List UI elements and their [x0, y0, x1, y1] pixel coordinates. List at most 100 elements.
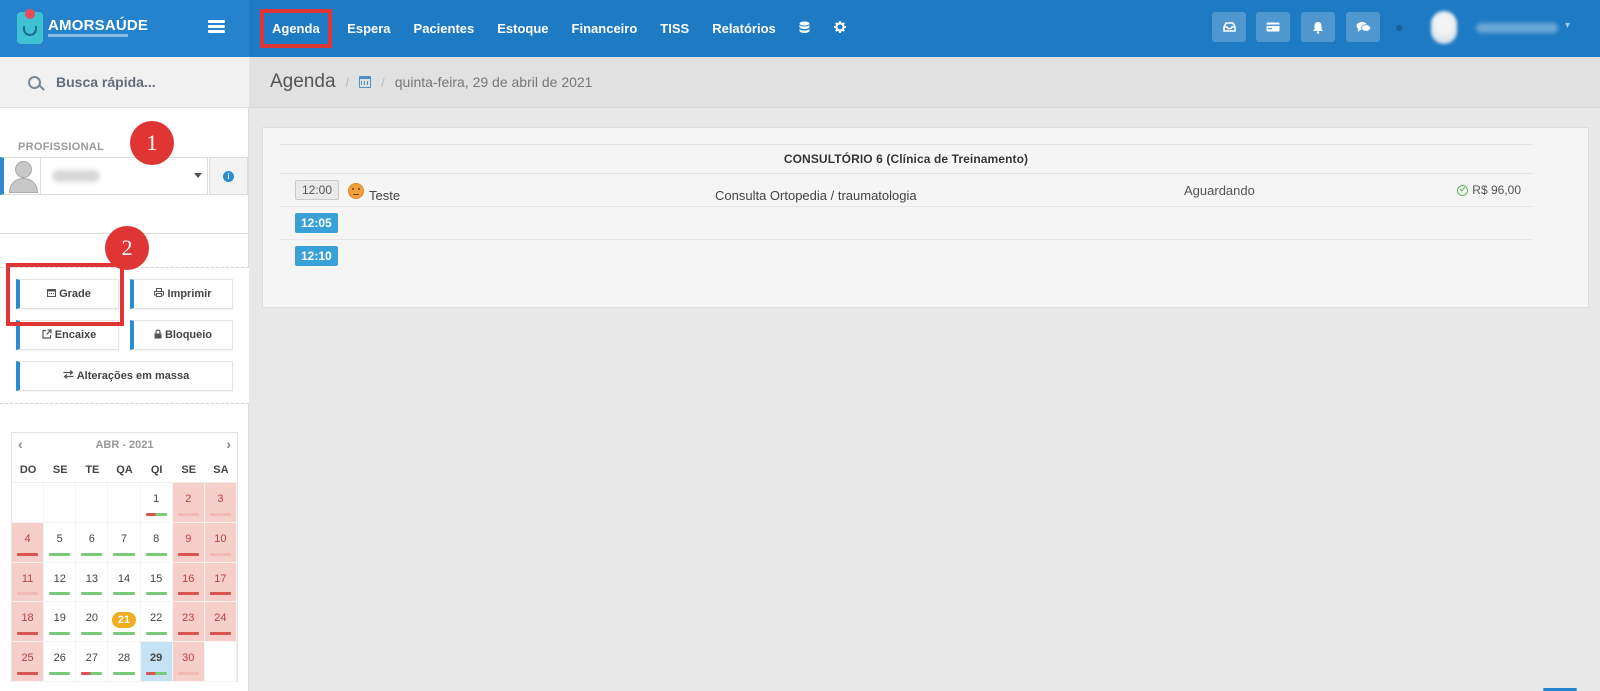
calendar-day[interactable]: 5 — [44, 522, 77, 563]
professional-info-button[interactable]: i — [209, 157, 248, 195]
calendar-day[interactable]: 20 — [76, 602, 109, 643]
appointment-row[interactable]: 12:00 Teste Consulta Ortopedia / traumat… — [279, 174, 1533, 207]
calendar-prev-icon[interactable]: ‹ — [18, 436, 23, 452]
calendar-day[interactable]: 2 — [172, 483, 205, 523]
procedure-name: Consulta Ortopedia / traumatologia — [715, 188, 917, 203]
calendar-day[interactable]: 24 — [204, 602, 237, 643]
professional-avatar-icon — [7, 158, 40, 194]
calendar-next-icon[interactable]: › — [226, 436, 231, 452]
chevron-down-icon — [194, 173, 202, 178]
page-title[interactable]: Agenda — [270, 71, 336, 93]
database-icon[interactable] — [787, 21, 822, 37]
breadcrumb-date: quinta-feira, 29 de abril de 2021 — [394, 74, 593, 90]
calendar-day[interactable]: 7 — [108, 522, 141, 563]
bloqueio-button[interactable]: Bloqueio — [130, 320, 233, 350]
breadcrumb-separator: / — [345, 74, 350, 90]
bell-icon[interactable] — [1301, 12, 1335, 42]
free-slot-row[interactable]: 12:05 — [279, 207, 1533, 240]
nav-pacientes[interactable]: Pacientes — [402, 21, 486, 36]
appointment-status: Aguardando — [1184, 183, 1255, 198]
search-icon — [28, 75, 41, 89]
price-value: R$ 96,00 — [1472, 183, 1521, 197]
calendar-day[interactable]: 11 — [12, 562, 45, 603]
calendar-day[interactable]: 27 — [76, 642, 109, 682]
nav-financeiro[interactable]: Financeiro — [560, 21, 649, 36]
imprimir-button[interactable]: Imprimir — [130, 279, 233, 309]
brand-name: AMORSAÚDE — [48, 17, 149, 34]
calendar-day[interactable]: 23 — [172, 602, 205, 643]
calendar-empty-cell — [76, 483, 109, 523]
nav-estoque[interactable]: Estoque — [486, 21, 560, 36]
calendar-day[interactable]: 4 — [12, 522, 45, 563]
calendar-day[interactable]: 6 — [76, 522, 109, 563]
nav-relatorios[interactable]: Relatórios — [701, 21, 788, 36]
free-slot-row[interactable]: 12:10 — [279, 240, 1533, 273]
user-avatar[interactable] — [1431, 11, 1457, 44]
calendar-month-title[interactable]: ABR - 2021 — [95, 439, 153, 451]
calendar-day[interactable]: 10 — [204, 522, 237, 563]
calendar-day[interactable]: 18 — [12, 602, 45, 643]
check-circle-icon — [1457, 184, 1469, 196]
gear-icon[interactable] — [822, 21, 858, 36]
time-slot-free[interactable]: 12:10 — [295, 246, 338, 266]
calendar-day[interactable]: 9 — [172, 522, 205, 563]
calendar-day[interactable]: 25 — [12, 642, 45, 682]
calendar-day[interactable]: 26 — [44, 642, 77, 682]
main-nav: Agenda Espera Pacientes Estoque Financei… — [260, 0, 858, 57]
calendar-day[interactable]: 13 — [76, 562, 109, 603]
calendar-empty-cell — [204, 642, 237, 682]
time-slot[interactable]: 12:00 — [295, 180, 340, 200]
calendar-day[interactable]: 17 — [204, 562, 237, 603]
imprimir-label: Imprimir — [167, 288, 212, 300]
nav-agenda[interactable]: Agenda — [260, 9, 332, 48]
user-name-redacted — [1476, 23, 1558, 33]
nav-espera[interactable]: Espera — [336, 21, 402, 36]
hamburger-menu-icon[interactable] — [208, 20, 225, 34]
calendar-empty-cell — [44, 483, 77, 523]
schedule-panel: CONSULTÓRIO 6 (Clínica de Treinamento) 1… — [262, 127, 1589, 308]
quick-search[interactable]: Busca rápida... — [0, 57, 249, 108]
weekday-label: QI — [150, 463, 163, 476]
nav-tiss[interactable]: TISS — [649, 21, 701, 36]
appointment-price: R$ 96,00 — [1457, 183, 1521, 197]
weekday-label: QA — [116, 463, 133, 476]
user-menu-caret-icon[interactable]: ▾ — [1565, 20, 1570, 31]
encaixe-label: Encaixe — [54, 329, 97, 341]
neutral-face-icon — [348, 183, 364, 199]
calendar-day[interactable]: 3 — [204, 483, 237, 523]
alteracoes-em-massa-button[interactable]: Alterações em massa — [16, 361, 233, 391]
calendar-day[interactable]: 14 — [108, 562, 141, 603]
breadcrumb-separator: / — [381, 74, 385, 90]
mini-calendar: ‹ ABR - 2021 › DO SE TE QA QI SE SA 1 2 … — [11, 432, 238, 682]
weekday-label: SE — [52, 463, 68, 476]
profissional-select[interactable] — [0, 157, 208, 195]
calendar-grid: 1 2 3 4 5 6 7 8 9 10 11 12 13 14 15 16 1… — [12, 483, 237, 682]
calendar-day-highlighted[interactable]: 21 — [108, 602, 141, 643]
calendar-weekdays: DO SE TE QA QI SE SA — [12, 457, 237, 483]
patient-name[interactable]: Teste — [369, 188, 400, 203]
calendar-day[interactable]: 16 — [172, 562, 205, 603]
calendar-day[interactable]: 8 — [140, 522, 173, 563]
calendar-day-selected[interactable]: 29 — [140, 642, 173, 682]
callout-badge-1: 1 — [130, 121, 174, 165]
bloqueio-label: Bloqueio — [164, 329, 213, 341]
calendar-day[interactable]: 15 — [140, 562, 173, 603]
logo-area: AMORSAÚDE — [0, 0, 249, 57]
room-header: CONSULTÓRIO 6 (Clínica de Treinamento) — [279, 144, 1533, 174]
brand-tagline-bar — [48, 34, 128, 37]
print-icon — [154, 288, 165, 300]
calendar-day[interactable]: 12 — [44, 562, 77, 603]
time-slot-free[interactable]: 12:05 — [295, 213, 338, 233]
calendar-day[interactable]: 28 — [108, 642, 141, 682]
calendar-day[interactable]: 1 — [140, 483, 173, 523]
exchange-icon — [63, 370, 74, 382]
chat-icon[interactable] — [1346, 12, 1380, 42]
calendar-empty-cell — [12, 483, 45, 523]
calendar-day[interactable]: 30 — [172, 642, 205, 682]
card-icon[interactable] — [1256, 12, 1290, 42]
info-icon: i — [223, 170, 234, 182]
calendar-day[interactable]: 22 — [140, 602, 173, 643]
inbox-icon[interactable] — [1212, 12, 1246, 42]
schedule-table: CONSULTÓRIO 6 (Clínica de Treinamento) 1… — [279, 144, 1533, 273]
calendar-day[interactable]: 19 — [44, 602, 77, 643]
